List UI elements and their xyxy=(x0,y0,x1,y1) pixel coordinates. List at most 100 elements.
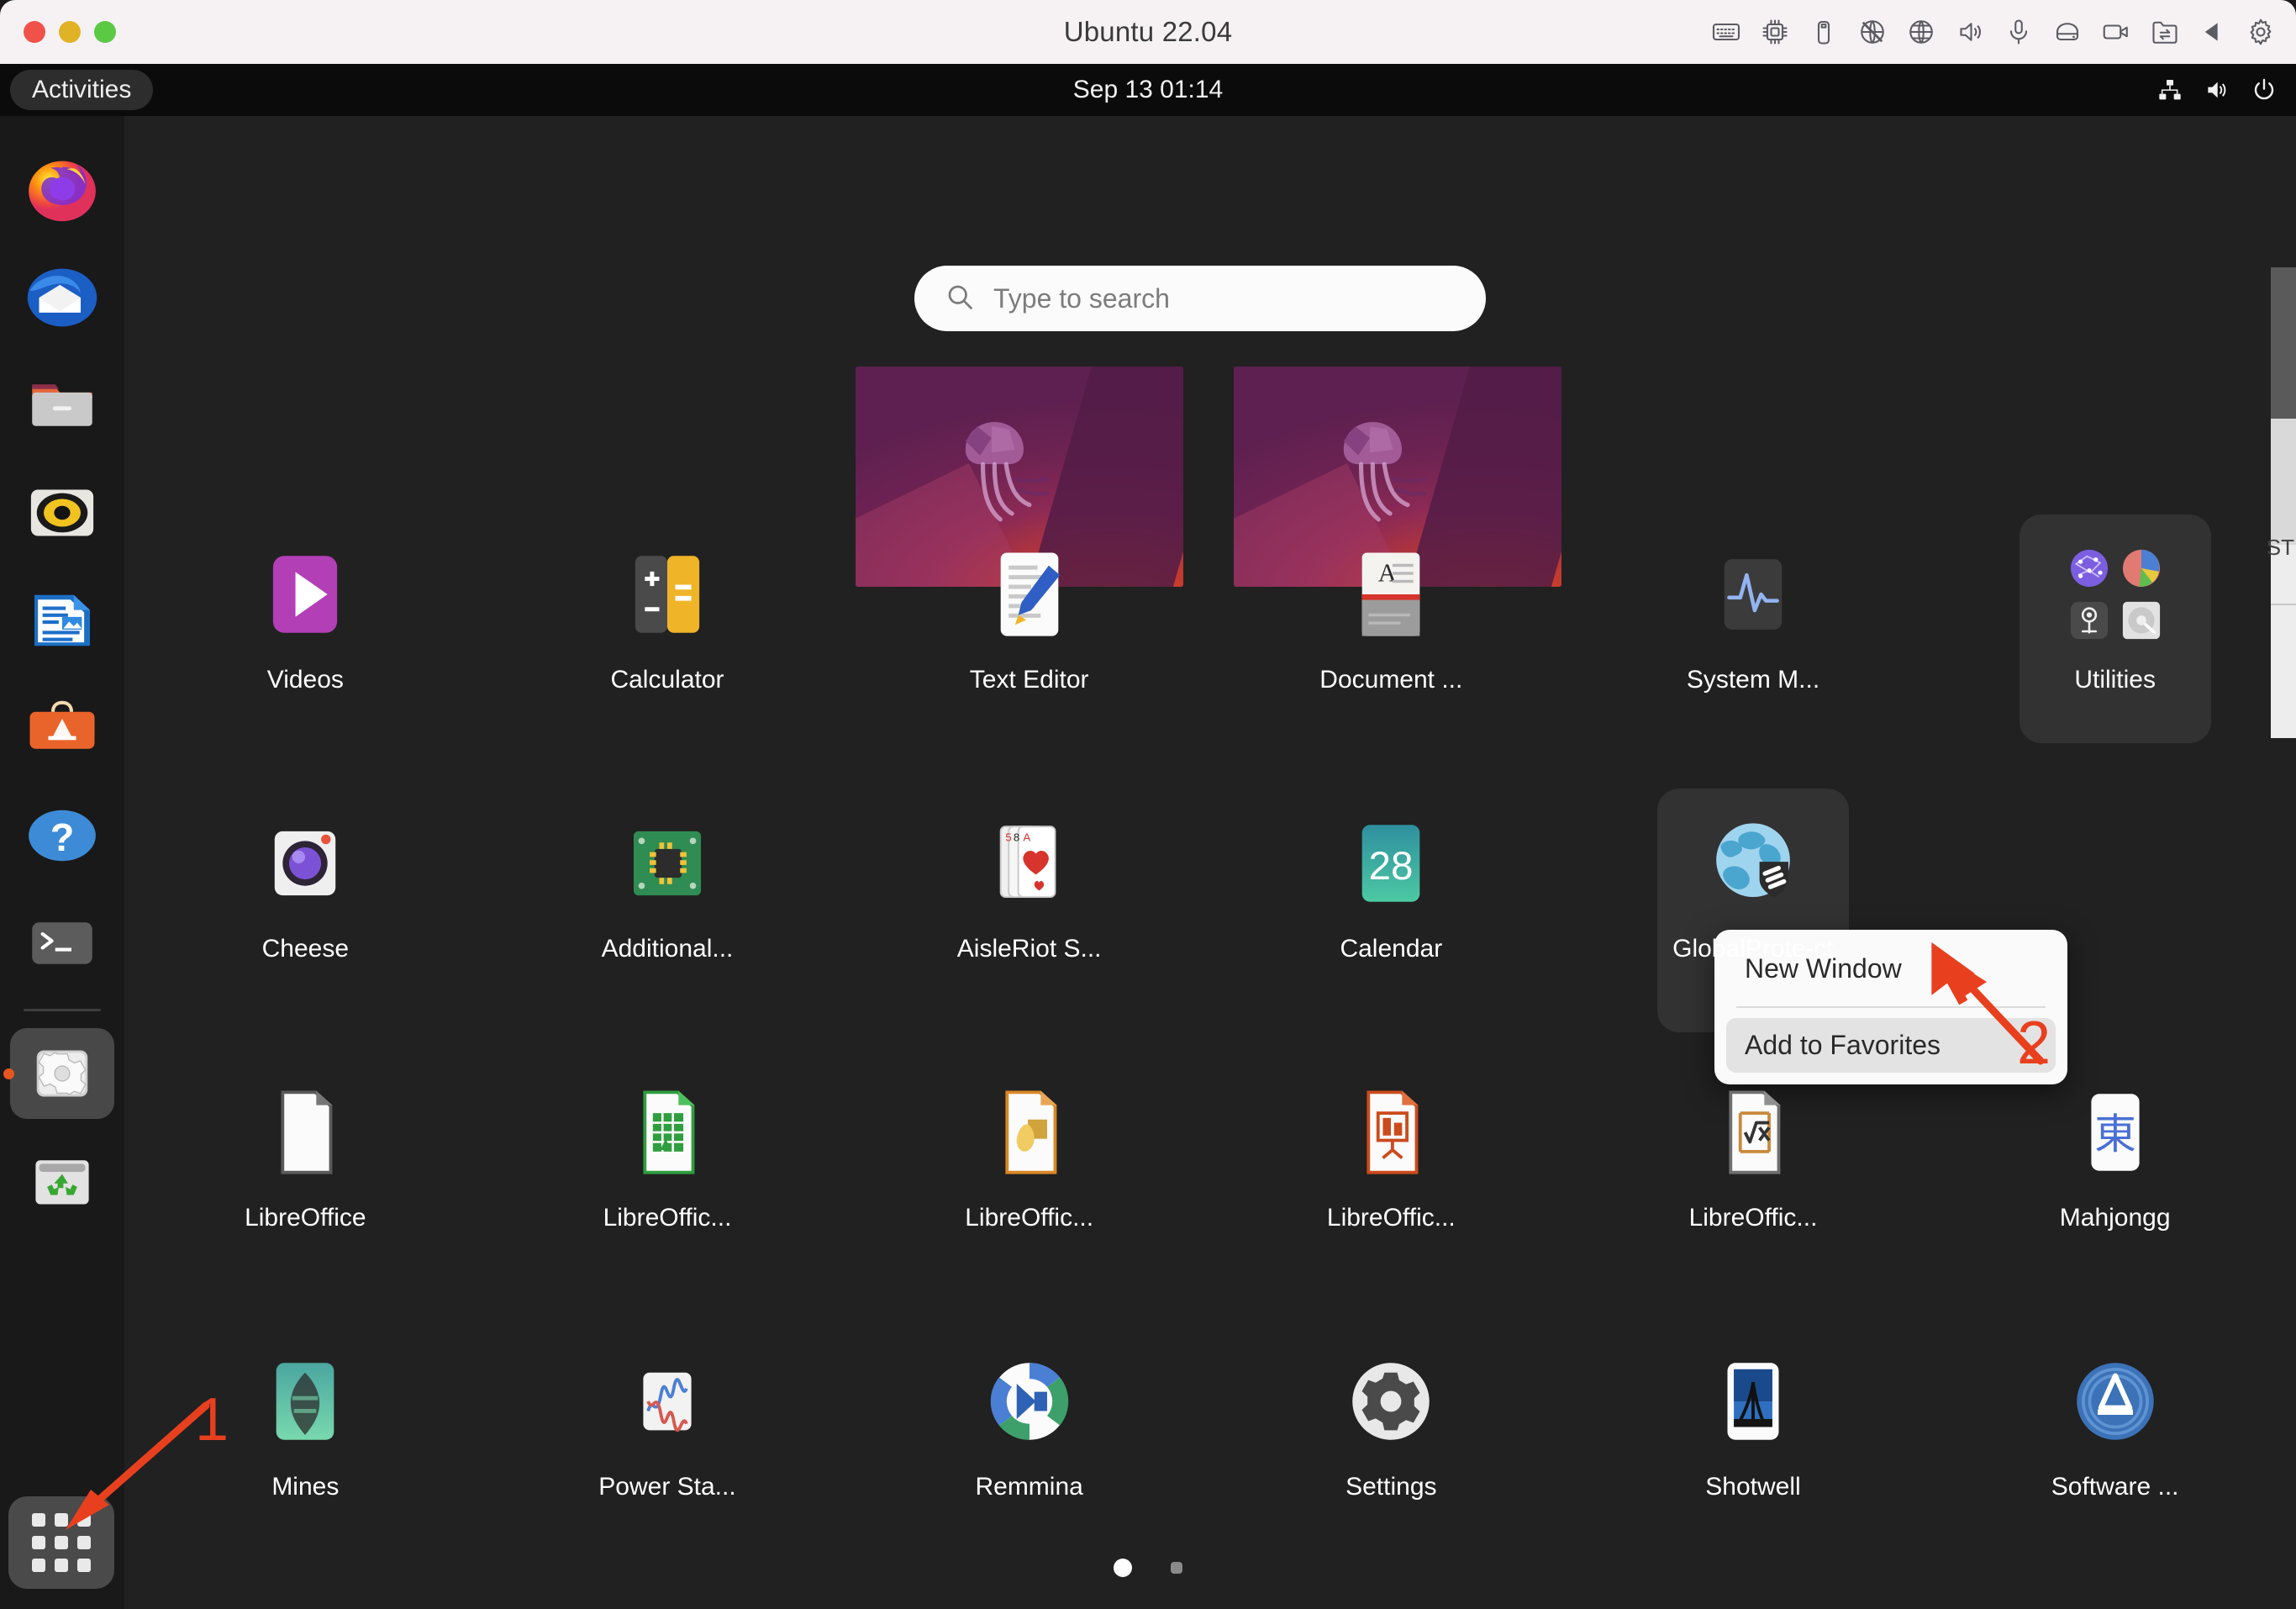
cpu-icon[interactable] xyxy=(1760,17,1790,47)
app-item-aisleriot-solitaire[interactable]: 5 8 A AisleRiot S... xyxy=(848,780,1210,1049)
app-item-cheese[interactable]: Cheese xyxy=(124,780,487,1049)
app-item-mahjongg[interactable]: 東 Mahjongg xyxy=(1934,1049,2296,1318)
app-item-remmina[interactable]: Remmina xyxy=(848,1318,1210,1587)
dock-item-terminal[interactable] xyxy=(0,889,124,997)
gnome-topbar: Activities Sep 13 01:14 xyxy=(0,64,2296,116)
minimize-button[interactable] xyxy=(59,21,81,43)
app-item-calculator[interactable]: Calculator xyxy=(487,511,849,780)
trash-recycle-icon xyxy=(25,1144,99,1218)
app-item-mines[interactable]: Mines xyxy=(124,1318,487,1587)
keyboard-icon[interactable] xyxy=(1711,17,1741,47)
dock-item-settings[interactable] xyxy=(0,1020,124,1127)
libreoffice-start-icon xyxy=(254,1081,356,1184)
network-wired-icon[interactable] xyxy=(2156,76,2183,103)
libreoffice-writer-icon xyxy=(25,583,99,657)
app-folder-utilities[interactable]: Utilities xyxy=(1934,511,2296,780)
dock-item-thunderbird[interactable] xyxy=(0,244,124,351)
dock-item-files[interactable] xyxy=(0,351,124,459)
app-label: Text Editor xyxy=(969,666,1089,694)
play-back-icon[interactable] xyxy=(2199,18,2227,46)
aisleriot-cards-icon: 5 8 A xyxy=(978,812,1081,915)
app-item-software-updater[interactable]: Software ... xyxy=(1934,1318,2296,1587)
app-item-document-viewer[interactable]: A Document ... xyxy=(1210,511,1572,780)
disks-icon xyxy=(2122,601,2160,640)
app-label: Document ... xyxy=(1319,666,1463,694)
system-monitor-icon xyxy=(1702,543,1804,646)
dock-item-ubuntu-software[interactable] xyxy=(0,674,124,782)
window-controls[interactable] xyxy=(24,21,116,43)
libreoffice-draw-icon xyxy=(978,1081,1081,1184)
files-folder-icon xyxy=(25,368,99,442)
remmina-icon xyxy=(978,1350,1081,1453)
dock: ? xyxy=(0,116,124,1609)
clock[interactable]: Sep 13 01:14 xyxy=(0,76,2296,104)
volume-icon[interactable] xyxy=(2204,76,2230,103)
mines-icon xyxy=(254,1350,356,1453)
dock-item-trash[interactable] xyxy=(0,1127,124,1235)
app-item-text-editor[interactable]: Text Editor xyxy=(848,511,1210,780)
app-label: Power Sta... xyxy=(598,1473,736,1501)
app-label: LibreOffice xyxy=(245,1204,366,1232)
app-label: Software ... xyxy=(2051,1473,2179,1501)
shared-folder-icon[interactable] xyxy=(2150,17,2180,47)
dock-item-rhythmbox[interactable] xyxy=(0,459,124,567)
page-dot-inactive[interactable] xyxy=(1171,1562,1182,1574)
search-input[interactable]: Type to search xyxy=(914,266,1486,331)
app-label: Additional... xyxy=(601,935,734,963)
app-item-libreoffice-calc[interactable]: LibreOffic... xyxy=(487,1049,849,1318)
menu-item-add-to-favorites[interactable]: Add to Favorites xyxy=(1726,1018,2056,1073)
globe-icon[interactable] xyxy=(1906,17,1936,47)
globalprotect-icon xyxy=(1702,812,1804,915)
app-item-libreoffice[interactable]: LibreOffice xyxy=(124,1049,487,1318)
close-button[interactable] xyxy=(24,21,45,43)
app-label: Shotwell xyxy=(1705,1473,1801,1501)
app-item-power-statistics[interactable]: Power Sta... xyxy=(487,1318,849,1587)
usb-icon[interactable] xyxy=(1809,17,1839,47)
app-item-libreoffice-math[interactable]: LibreOffic... xyxy=(1572,1049,1935,1318)
disk-usage-pie-icon xyxy=(2122,549,2160,588)
microphone-icon[interactable] xyxy=(2004,17,2034,47)
thunderbird-icon xyxy=(25,261,99,335)
page-dot-active[interactable] xyxy=(1114,1559,1132,1577)
app-label: Calendar xyxy=(1340,935,1443,963)
vm-toolbar xyxy=(1711,17,2276,47)
dock-item-firefox[interactable] xyxy=(0,136,124,244)
app-item-calendar[interactable]: 28 Calendar xyxy=(1210,780,1572,1049)
network-sphere-icon xyxy=(2070,549,2108,588)
annotation-number-2: 2 xyxy=(2017,1010,2051,1077)
network-disabled-icon[interactable] xyxy=(1857,17,1888,47)
app-label: Settings xyxy=(1345,1473,1437,1501)
app-item-videos[interactable]: Videos xyxy=(124,511,487,780)
system-tray[interactable] xyxy=(2156,76,2278,103)
app-item-additional-drivers[interactable]: Additional... xyxy=(487,780,849,1049)
speaker-icon[interactable] xyxy=(1955,17,1985,47)
search-spotlight-icon xyxy=(2070,601,2108,640)
app-item-libreoffice-impress[interactable]: LibreOffic... xyxy=(1210,1049,1572,1318)
power-statistics-icon xyxy=(616,1350,719,1453)
svg-text:?: ? xyxy=(50,815,75,859)
firefox-icon xyxy=(25,153,99,227)
app-item-libreoffice-draw[interactable]: LibreOffic... xyxy=(848,1049,1210,1318)
running-indicator-dot xyxy=(3,1068,14,1079)
dock-item-help[interactable]: ? xyxy=(0,782,124,889)
harddisk-icon[interactable] xyxy=(2052,17,2083,47)
activities-button[interactable]: Activities xyxy=(10,70,154,110)
help-question-icon: ? xyxy=(25,799,99,873)
activities-overview: ST ? Type to search Videos Calculator Te… xyxy=(0,116,2296,1609)
app-label: Calculator xyxy=(610,666,724,694)
maximize-button[interactable] xyxy=(94,21,116,43)
dock-item-libreoffice-writer[interactable] xyxy=(0,567,124,674)
menu-divider xyxy=(1736,1006,2046,1008)
app-item-system-monitor[interactable]: System M... xyxy=(1572,511,1935,780)
app-label: System M... xyxy=(1686,666,1820,694)
utilities-folder-icon xyxy=(2064,543,2167,646)
app-label: Mahjongg xyxy=(2059,1204,2171,1232)
power-icon[interactable] xyxy=(2251,76,2278,103)
document-viewer-icon: A xyxy=(1340,543,1442,646)
app-item-settings[interactable]: Settings xyxy=(1210,1318,1572,1587)
page-indicator[interactable] xyxy=(0,1559,2296,1577)
text-editor-icon xyxy=(978,543,1081,646)
settings-gear-icon[interactable] xyxy=(2246,17,2276,47)
app-item-shotwell[interactable]: Shotwell xyxy=(1572,1318,1935,1587)
camera-icon[interactable] xyxy=(2101,17,2131,47)
